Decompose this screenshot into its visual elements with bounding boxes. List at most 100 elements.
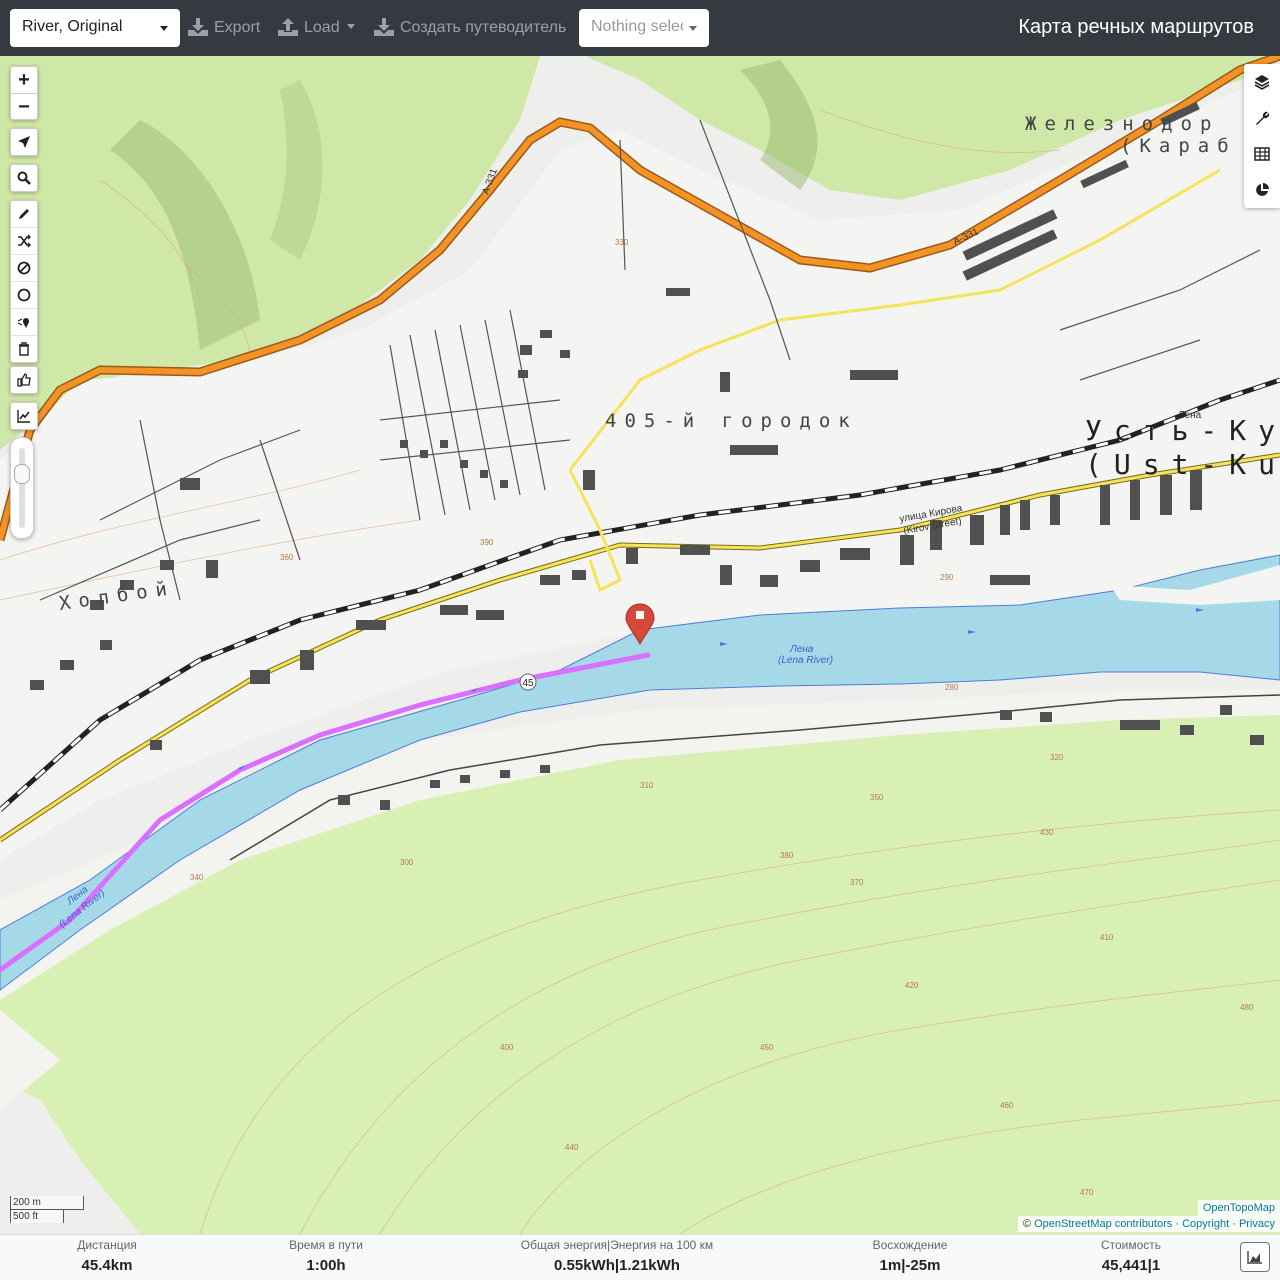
label-zheleznodor: Железнодор bbox=[1025, 113, 1219, 135]
svg-text:290: 290 bbox=[940, 573, 954, 582]
route-stats-bar: Дистанция 45.4km Время в пути 1:00h Обща… bbox=[0, 1234, 1280, 1280]
svg-text:360: 360 bbox=[280, 553, 294, 562]
label-405-gorodok: 405-й городок bbox=[605, 410, 858, 432]
svg-text:430: 430 bbox=[1040, 828, 1054, 837]
svg-text:460: 460 bbox=[1000, 1101, 1014, 1110]
route-select-value: Nothing selected bbox=[591, 18, 683, 35]
zoom-in-button[interactable]: + bbox=[11, 67, 37, 93]
draw-circle-button[interactable] bbox=[11, 281, 37, 308]
map-attribution: © OpenStreetMap contributors · Copyright… bbox=[1017, 1216, 1280, 1232]
ban-icon bbox=[17, 261, 31, 275]
map-tiles: 45 405-й городок Усть-Ку (Ust-Ku Железно… bbox=[0, 56, 1280, 1234]
label-lena-river-latin: (Lena River) bbox=[778, 655, 833, 666]
copyright-link[interactable]: Copyright bbox=[1182, 1218, 1229, 1230]
zoom-control: + − bbox=[10, 66, 38, 120]
trash-icon bbox=[19, 342, 29, 356]
scale-bar: 200 m 500 ft bbox=[10, 1196, 84, 1223]
load-button[interactable]: Load bbox=[278, 9, 355, 47]
stat-energy: Общая энергия|Энергия на 100 км 0.55kWh|… bbox=[520, 1238, 714, 1274]
stat-travel-time: Время в пути 1:00h bbox=[289, 1238, 363, 1274]
svg-text:380: 380 bbox=[780, 851, 794, 860]
settings-button[interactable] bbox=[1244, 100, 1280, 136]
km-marker-label: 45 bbox=[522, 678, 534, 689]
chevron-down-icon bbox=[689, 26, 697, 31]
create-guide-label: Создать путеводитель bbox=[400, 19, 567, 36]
layers-button[interactable] bbox=[1244, 64, 1280, 100]
svg-text:300: 300 bbox=[400, 858, 414, 867]
privacy-link[interactable]: Privacy bbox=[1239, 1218, 1275, 1230]
svg-text:390: 390 bbox=[480, 538, 494, 547]
map-pin-icon bbox=[17, 318, 29, 328]
svg-text:280: 280 bbox=[945, 683, 959, 692]
label-lena-river: Лена bbox=[789, 644, 814, 655]
location-arrow-icon bbox=[18, 136, 30, 148]
draw-route-button[interactable] bbox=[11, 201, 37, 227]
elevation-chart-button[interactable] bbox=[11, 403, 37, 429]
stat-distance: Дистанция 45.4km bbox=[77, 1238, 137, 1274]
drawing-toolbar bbox=[10, 200, 38, 363]
route-select[interactable]: Nothing selected bbox=[579, 9, 709, 47]
svg-text:370: 370 bbox=[850, 878, 864, 887]
svg-text:470: 470 bbox=[1080, 1188, 1094, 1197]
create-guide-button[interactable]: Создать путеводитель bbox=[374, 9, 566, 47]
scale-imperial: 500 ft bbox=[10, 1209, 64, 1223]
svg-text:420: 420 bbox=[905, 981, 919, 990]
map-canvas[interactable]: 45 405-й городок Усть-Ку (Ust-Ku Железно… bbox=[0, 56, 1280, 1234]
svg-text:320: 320 bbox=[1050, 753, 1064, 762]
thumbs-up-icon bbox=[17, 373, 31, 387]
load-label: Load bbox=[304, 19, 340, 36]
no-go-area-button[interactable] bbox=[11, 254, 37, 281]
label-lena-small: Лена bbox=[1178, 410, 1202, 421]
top-navbar: River, Original Export Load Создать путе… bbox=[0, 0, 1280, 56]
locate-button[interactable] bbox=[11, 129, 37, 155]
area-chart-icon bbox=[1247, 1251, 1262, 1264]
elevation-control bbox=[10, 402, 38, 430]
profile-select[interactable]: River, Original bbox=[10, 9, 180, 47]
svg-text:400: 400 bbox=[500, 1043, 514, 1052]
table-button[interactable] bbox=[1244, 136, 1280, 172]
search-button[interactable] bbox=[11, 165, 37, 191]
svg-text:330: 330 bbox=[615, 238, 629, 247]
shuffle-icon bbox=[18, 234, 31, 248]
svg-text:410: 410 bbox=[1100, 933, 1114, 942]
slider-handle[interactable] bbox=[14, 464, 30, 484]
export-label: Export bbox=[214, 19, 261, 36]
statistics-button[interactable] bbox=[1244, 172, 1280, 208]
feedback-control bbox=[10, 366, 38, 394]
pencil-icon bbox=[19, 209, 29, 219]
circle-icon bbox=[17, 288, 31, 302]
chevron-down-icon bbox=[346, 24, 355, 29]
feedback-button[interactable] bbox=[11, 367, 37, 393]
svg-text:440: 440 bbox=[565, 1143, 579, 1152]
stat-ascent: Восхождение 1m|-25m bbox=[872, 1238, 948, 1274]
svg-text:340: 340 bbox=[190, 873, 204, 882]
svg-text:450: 450 bbox=[760, 1043, 774, 1052]
table-icon bbox=[1254, 147, 1270, 161]
download-icon bbox=[188, 18, 208, 36]
elevation-profile-button[interactable] bbox=[1240, 1242, 1270, 1272]
layer-name-tag[interactable]: OpenTopoMap bbox=[1197, 1200, 1280, 1216]
opacity-slider[interactable] bbox=[10, 437, 34, 539]
upload-icon bbox=[278, 18, 298, 36]
locate-control bbox=[10, 128, 38, 156]
osm-contributors-link[interactable]: OpenStreetMap contributors bbox=[1034, 1218, 1172, 1230]
delete-route-button[interactable] bbox=[11, 335, 37, 362]
download-icon bbox=[374, 18, 394, 36]
poi-button[interactable] bbox=[11, 308, 37, 335]
line-chart-icon bbox=[17, 410, 30, 423]
reverse-route-button[interactable] bbox=[11, 227, 37, 254]
search-control bbox=[10, 164, 38, 192]
zoom-out-button[interactable]: − bbox=[11, 93, 37, 120]
export-button[interactable]: Export bbox=[188, 9, 260, 47]
right-control-panel bbox=[1244, 64, 1280, 208]
app-title: Карта речных маршрутов bbox=[1018, 16, 1254, 38]
pie-chart-icon bbox=[1256, 183, 1269, 196]
stat-cost: Стоимость 45,441|1 bbox=[1100, 1238, 1162, 1274]
profile-select-value: River, Original bbox=[22, 18, 123, 35]
label-ust-kut-latin: (Ust-Ku bbox=[1085, 448, 1280, 481]
scale-metric: 200 m bbox=[10, 1196, 84, 1210]
search-icon bbox=[17, 171, 31, 185]
layers-icon bbox=[1254, 75, 1270, 90]
svg-text:350: 350 bbox=[870, 793, 884, 802]
slider-track bbox=[19, 448, 25, 528]
